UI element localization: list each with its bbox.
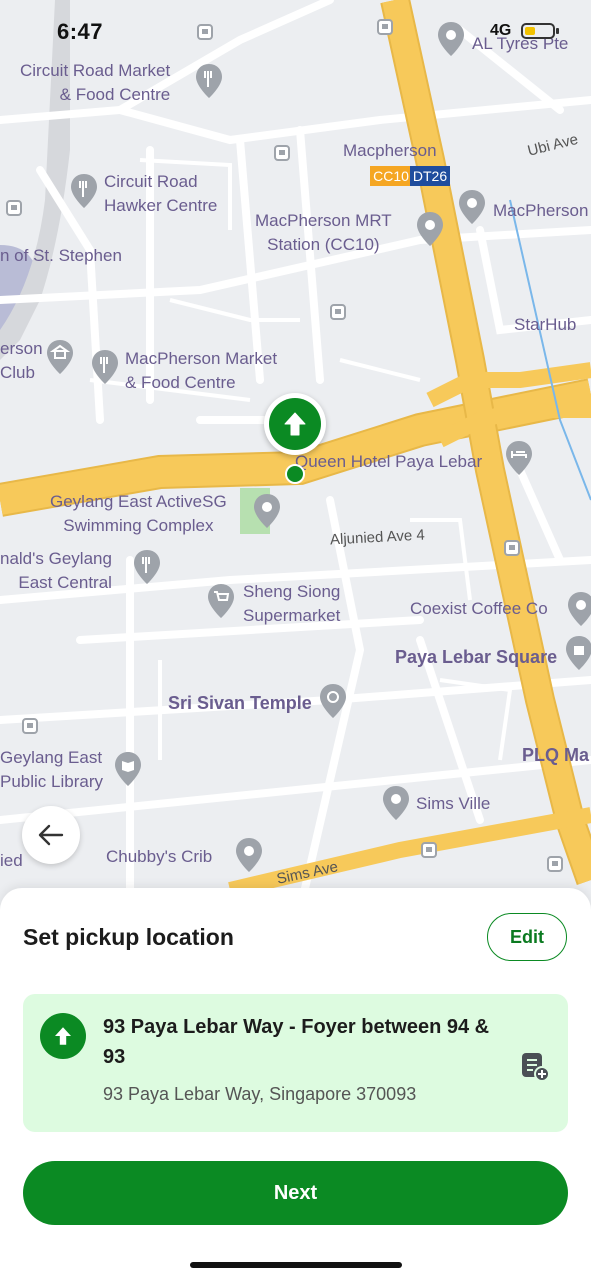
bus-stop-icon[interactable]	[547, 856, 563, 872]
map-label-coexist: Coexist Coffee Co	[410, 599, 548, 618]
shopping-bag-pin-icon[interactable]	[566, 636, 591, 670]
back-button[interactable]	[22, 806, 80, 864]
location-card[interactable]: 93 Paya Lebar Way - Foyer between 94 & 9…	[23, 994, 568, 1132]
edit-button[interactable]: Edit	[487, 913, 567, 961]
bus-stop-icon[interactable]	[330, 304, 346, 320]
landmark-pin-icon[interactable]	[47, 340, 73, 374]
status-time: 6:47	[57, 19, 104, 44]
map-label-macpherson-market: MacPherson Market & Food Centre	[125, 349, 278, 392]
bus-stop-icon[interactable]	[421, 842, 437, 858]
map-label-mcdonalds: nald's Geylang East Central	[0, 549, 112, 592]
map-label-circuit-hawker: Circuit Road Hawker Centre	[104, 172, 218, 215]
map-label-macpherson: Macpherson	[343, 141, 437, 160]
location-pin-icon[interactable]	[254, 494, 280, 528]
map-label-ied: ied	[0, 851, 23, 870]
restaurant-pin-icon[interactable]	[134, 550, 160, 584]
restaurant-pin-icon[interactable]	[92, 350, 118, 384]
map-label-erson-club: erson Club	[0, 339, 43, 382]
arrow-up-icon	[40, 1013, 86, 1059]
sheet-title: Set pickup location	[23, 924, 234, 950]
location-pin-icon[interactable]	[459, 190, 485, 224]
map-label-macpherson-mrt: MacPherson MRT Station (CC10)	[255, 211, 392, 254]
bus-stop-icon[interactable]	[274, 145, 290, 161]
arrow-up-icon	[269, 398, 321, 450]
map-label-circuit-market: Circuit Road Market & Food Centre	[20, 61, 171, 104]
map-label-paya-lebar-square: Paya Lebar Square	[395, 647, 558, 667]
mrt-code-cc10: CC10	[373, 168, 409, 184]
map-label-st-stephen: n of St. Stephen	[0, 246, 122, 265]
map-view[interactable]: Circuit Road Market & Food Centre Circui…	[0, 0, 591, 910]
restaurant-pin-icon[interactable]	[71, 174, 97, 208]
map-label-sri-sivan: Sri Sivan Temple	[168, 693, 312, 713]
map-label-queen-hotel: Queen Hotel Paya Lebar	[295, 452, 483, 471]
location-pin-icon[interactable]	[383, 786, 409, 820]
pickup-pin[interactable]	[264, 393, 326, 455]
map-label-plq: PLQ Ma	[522, 745, 590, 765]
bus-stop-icon[interactable]	[22, 718, 38, 734]
shopping-cart-pin-icon[interactable]	[208, 584, 234, 618]
note-add-icon[interactable]	[517, 1048, 553, 1084]
network-type: 4G	[490, 22, 512, 39]
coffee-pin-icon[interactable]	[568, 592, 591, 626]
library-pin-icon[interactable]	[115, 752, 141, 786]
map-label-sims-ville: Sims Ville	[416, 794, 491, 813]
hotel-pin-icon[interactable]	[506, 441, 532, 475]
map-label-starhub: StarHub	[514, 315, 577, 334]
arrow-left-icon	[38, 824, 64, 846]
map-label-geylang-activesg: Geylang East ActiveSG Swimming Complex	[50, 492, 227, 535]
next-button[interactable]: Next	[23, 1161, 568, 1225]
map-label-chubbys: Chubby's Crib	[106, 847, 213, 866]
bus-stop-icon[interactable]	[504, 540, 520, 556]
pickup-sheet: Set pickup location Edit 93 Paya Lebar W…	[0, 888, 591, 1280]
map-road-aljunied-ave4: Aljunied Ave 4	[329, 526, 426, 549]
mrt-code-dt26: DT26	[412, 168, 448, 184]
map-label-geylang-library: Geylang East Public Library	[0, 748, 103, 791]
bus-stop-icon[interactable]	[6, 200, 22, 216]
temple-pin-icon[interactable]	[320, 684, 346, 718]
pickup-point-dot	[285, 464, 305, 484]
map-label-sheng-siong: Sheng Siong Supermarket	[243, 582, 341, 625]
restaurant-pin-icon[interactable]	[196, 64, 222, 98]
map-label-macpherson-right: MacPherson	[493, 201, 589, 220]
status-bar: 6:47 4G	[0, 0, 591, 60]
location-address: 93 Paya Lebar Way, Singapore 370093	[103, 1084, 417, 1104]
battery-icon	[521, 23, 559, 39]
home-indicator	[190, 1262, 402, 1268]
location-pin-icon[interactable]	[236, 838, 262, 872]
location-name: 93 Paya Lebar Way - Foyer between 94 & 9…	[103, 1016, 490, 1068]
location-pin-icon[interactable]	[417, 212, 443, 246]
